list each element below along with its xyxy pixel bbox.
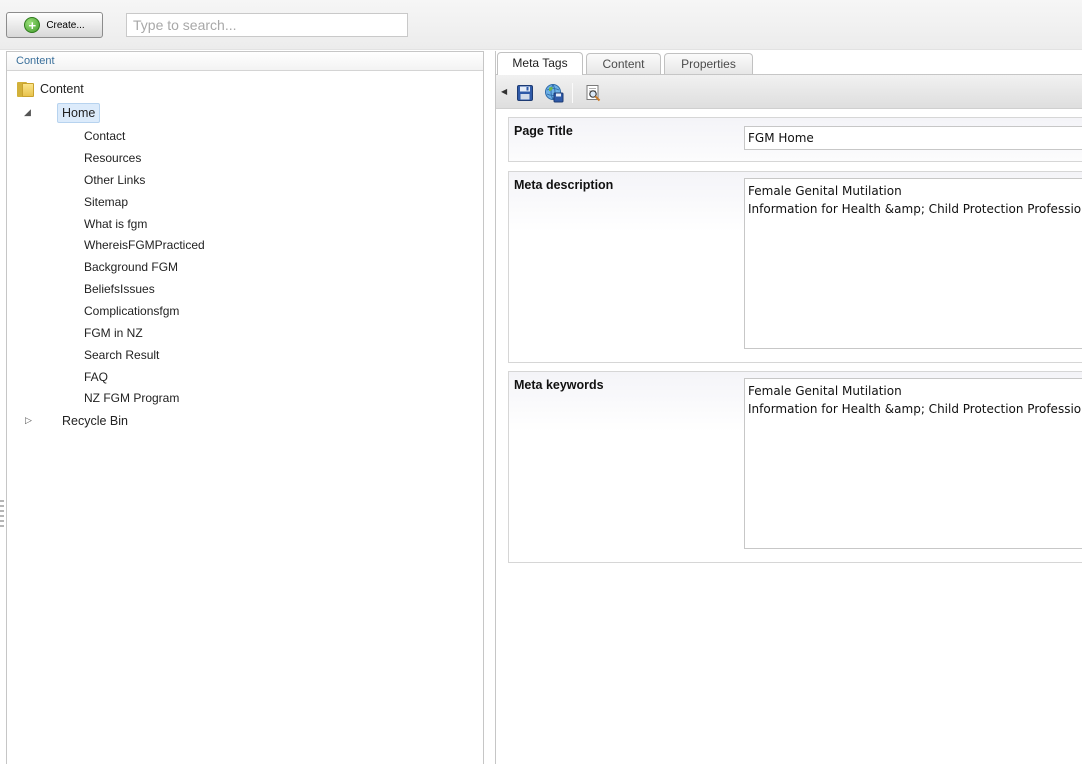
search-input[interactable] [126, 13, 408, 37]
page-title-input[interactable]: FGM Home [744, 126, 1082, 150]
tree-node-recycle-bin[interactable]: Recycle Bin [62, 414, 128, 428]
toolbar-collapse-arrow-icon[interactable]: ◀ [501, 87, 507, 96]
meta-description-textarea[interactable]: Female Genital Mutilation Information fo… [744, 178, 1082, 349]
tree-node-what-is-fgm[interactable]: What is fgm [84, 217, 147, 231]
meta-description-label: Meta description [514, 178, 614, 192]
create-button[interactable]: + Create... [6, 12, 103, 38]
tree-node-where-fgm-practiced[interactable]: WhereisFGMPracticed [84, 238, 205, 252]
folder-icon [17, 81, 34, 97]
meta-keywords-textarea[interactable]: Female Genital Mutilation Information fo… [744, 378, 1082, 549]
editor-tabs: Meta Tags Content Properties [496, 51, 1082, 75]
tree-node-search-result[interactable]: Search Result [84, 348, 159, 362]
tab-properties[interactable]: Properties [664, 53, 753, 74]
tree-node-home[interactable]: Home [57, 103, 101, 123]
collapse-triangle-icon[interactable]: ◢ [24, 107, 34, 117]
tree-node-contact[interactable]: Contact [84, 129, 125, 143]
pane-splitter-handle[interactable] [0, 500, 4, 530]
create-button-label: Create... [46, 19, 85, 31]
top-toolbar: + Create... [0, 0, 1082, 50]
page-title-row: Page Title FGM Home [508, 117, 1082, 162]
tree-node-complications-fgm[interactable]: Complicationsfgm [84, 304, 179, 318]
tree-node-fgm-in-nz[interactable]: FGM in NZ [84, 326, 143, 340]
magnifier-page-icon[interactable] [584, 84, 602, 102]
meta-keywords-row: Meta keywords Female Genital Mutilation … [508, 371, 1082, 563]
tree-node-sitemap[interactable]: Sitemap [84, 195, 128, 209]
tree-node-resources[interactable]: Resources [84, 151, 141, 165]
globe-save-icon[interactable] [544, 83, 564, 103]
tree-root-content[interactable]: Content [17, 80, 84, 98]
page-title-label: Page Title [514, 124, 573, 138]
plus-circle-icon: + [24, 17, 41, 33]
tree-node-nz-fgm-program[interactable]: NZ FGM Program [84, 391, 179, 405]
tree-node-background-fgm[interactable]: Background FGM [84, 260, 178, 274]
content-tree-pane: Content Content ◢ Home Contact Resources… [6, 51, 484, 764]
tree-node-other-links[interactable]: Other Links [84, 173, 145, 187]
tree-node-beliefs-issues[interactable]: BeliefsIssues [84, 282, 155, 296]
editor-pane: Meta Tags Content Properties ◀ Page Titl… [495, 51, 1082, 764]
editor-toolbar: ◀ [496, 74, 1082, 109]
tab-content[interactable]: Content [586, 53, 661, 74]
tree-root-label: Content [40, 82, 84, 96]
tree-node-faq[interactable]: FAQ [84, 370, 108, 384]
meta-description-row: Meta description Female Genital Mutilati… [508, 171, 1082, 363]
expand-triangle-icon[interactable]: ▷ [25, 415, 35, 425]
floppy-disk-icon[interactable] [516, 84, 534, 102]
meta-keywords-label: Meta keywords [514, 378, 604, 392]
toolbar-separator [572, 83, 573, 103]
tab-meta-tags[interactable]: Meta Tags [497, 52, 583, 75]
tree-pane-header: Content [7, 52, 483, 71]
